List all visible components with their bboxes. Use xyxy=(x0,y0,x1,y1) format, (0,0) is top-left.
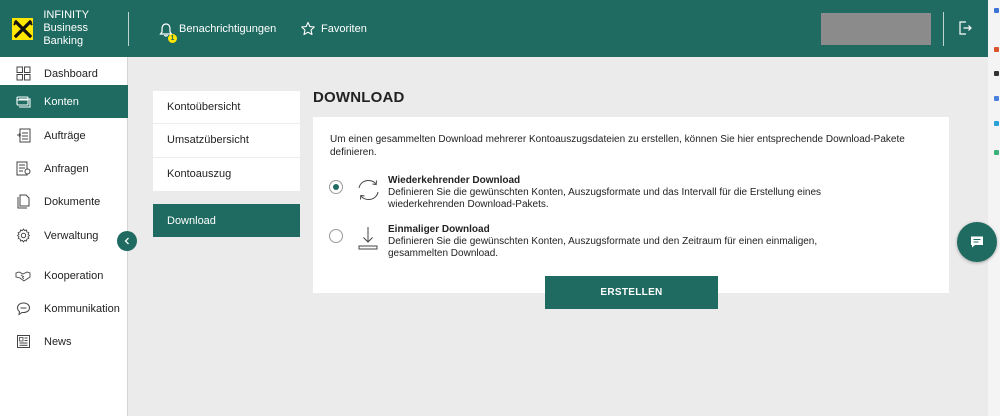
option-single-title: Einmaliger Download xyxy=(388,224,490,235)
sidebar-item-kommunikation[interactable]: Kommunikation xyxy=(0,292,128,325)
sidebar-item-label: Kooperation xyxy=(44,269,104,282)
sidebar-item-label: Kommunikation xyxy=(44,302,120,315)
option-recurring-download[interactable]: Wiederkehrender Download Definieren Sie … xyxy=(329,175,929,215)
sidebar-item-label: Aufträge xyxy=(44,129,86,142)
sidebar-item-anfragen[interactable]: Anfragen xyxy=(0,152,128,185)
dashboard-icon xyxy=(15,66,31,82)
download-icon xyxy=(353,224,383,254)
favorites-button[interactable]: Favoriten xyxy=(300,0,367,57)
option-single-download[interactable]: Einmaliger Download Definieren Sie die g… xyxy=(329,224,929,264)
chat-fab-button[interactable] xyxy=(957,222,997,262)
option-recurring-desc: Definieren Sie die gewünschten Konten, A… xyxy=(388,187,822,210)
sidebar-item-kooperation[interactable]: Kooperation xyxy=(0,259,128,292)
chat-icon xyxy=(15,301,31,317)
logout-button[interactable] xyxy=(957,20,973,41)
subnav-item-kontoauszug[interactable]: Kontoauszug xyxy=(153,158,300,191)
notifications-label: Benachrichtigungen xyxy=(179,22,277,35)
radio-single[interactable] xyxy=(329,229,343,243)
sidebar: Dashboard Konten Aufträge Anfragen Dokum… xyxy=(0,57,128,416)
radio-recurring[interactable] xyxy=(329,180,343,194)
sidebar-collapse-button[interactable] xyxy=(117,231,137,251)
brand-line1: INFINITY xyxy=(43,9,90,21)
documents-icon xyxy=(15,194,31,210)
subnav-item-umsatzuebersicht[interactable]: Umsatzübersicht xyxy=(153,124,300,158)
notifications-button[interactable]: 1 Benachrichtigungen xyxy=(158,0,276,57)
right-edge-toolbar xyxy=(988,0,1000,416)
accounts-icon xyxy=(15,94,31,110)
subnav-item-kontouebersicht[interactable]: Kontoübersicht xyxy=(153,91,300,125)
star-icon xyxy=(301,21,315,35)
handshake-icon xyxy=(15,268,31,284)
sidebar-item-label: Konten xyxy=(44,95,79,108)
gear-icon xyxy=(15,228,31,244)
logout-icon xyxy=(959,21,972,35)
raiffeisen-logo-icon xyxy=(12,17,34,40)
recurring-sync-icon xyxy=(353,175,383,205)
requests-icon xyxy=(15,161,31,177)
sidebar-item-verwaltung[interactable]: Verwaltung xyxy=(0,219,128,252)
sidebar-item-label: News xyxy=(44,335,72,348)
favorites-label: Favoriten xyxy=(321,22,367,35)
sidebar-item-label: Verwaltung xyxy=(44,229,99,242)
download-panel: Um einen gesammelten Download mehrerer K… xyxy=(313,117,949,293)
news-icon xyxy=(15,334,31,350)
sidebar-item-news[interactable]: News xyxy=(0,325,128,358)
header-divider xyxy=(128,12,129,46)
top-header: INFINITY Business Banking 1 Benachrichti… xyxy=(0,0,988,57)
sidebar-item-konten[interactable]: Konten xyxy=(0,85,128,118)
sidebar-item-label: Dokumente xyxy=(44,195,101,208)
header-divider-right xyxy=(943,12,944,46)
page-title: DOWNLOAD xyxy=(313,89,405,106)
brand-line2: Business Banking xyxy=(43,22,88,47)
subnav-item-download[interactable]: Download xyxy=(153,204,300,237)
sidebar-item-label: Dashboard xyxy=(44,67,98,80)
notification-badge: 1 xyxy=(168,33,177,43)
sidebar-item-dokumente[interactable]: Dokumente xyxy=(0,185,128,218)
option-recurring-title: Wiederkehrender Download xyxy=(388,175,521,186)
brand[interactable]: INFINITY Business Banking xyxy=(0,0,128,57)
chevron-left-icon xyxy=(124,237,129,245)
konten-subnav: Kontoübersicht Umsatzübersicht Kontoausz… xyxy=(153,91,300,191)
sidebar-item-auftraege[interactable]: Aufträge xyxy=(0,119,128,152)
create-button[interactable]: ERSTELLEN xyxy=(545,276,718,309)
sidebar-item-label: Anfragen xyxy=(44,162,89,175)
chat-bubble-icon xyxy=(971,236,983,248)
intro-text: Um einen gesammelten Download mehrerer K… xyxy=(330,134,905,158)
user-profile-box[interactable] xyxy=(821,13,931,45)
option-single-desc: Definieren Sie die gewünschten Konten, A… xyxy=(388,236,818,259)
orders-icon xyxy=(15,128,31,144)
